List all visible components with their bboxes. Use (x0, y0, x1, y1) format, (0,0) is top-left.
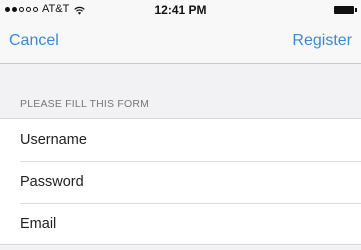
register-button[interactable]: Register (292, 32, 352, 50)
battery-nub (355, 8, 357, 12)
email-field[interactable]: Email (0, 203, 361, 245)
navigation-bar: Cancel Register (0, 20, 361, 64)
username-placeholder: Username (20, 132, 87, 148)
registration-form: Username Password Email (0, 118, 361, 245)
status-bar: AT&T 12:41 PM (0, 0, 361, 20)
email-placeholder: Email (20, 216, 57, 232)
status-time: 12:41 PM (154, 3, 207, 17)
section-header: PLEASE FILL THIS FORM (20, 98, 150, 110)
password-field[interactable]: Password (0, 161, 361, 203)
password-placeholder: Password (20, 174, 84, 190)
username-field[interactable]: Username (0, 119, 361, 161)
battery-icon (334, 6, 357, 14)
battery-body (334, 6, 354, 14)
cancel-button[interactable]: Cancel (9, 32, 59, 50)
top-bar: AT&T 12:41 PM Cancel Register (0, 0, 361, 64)
